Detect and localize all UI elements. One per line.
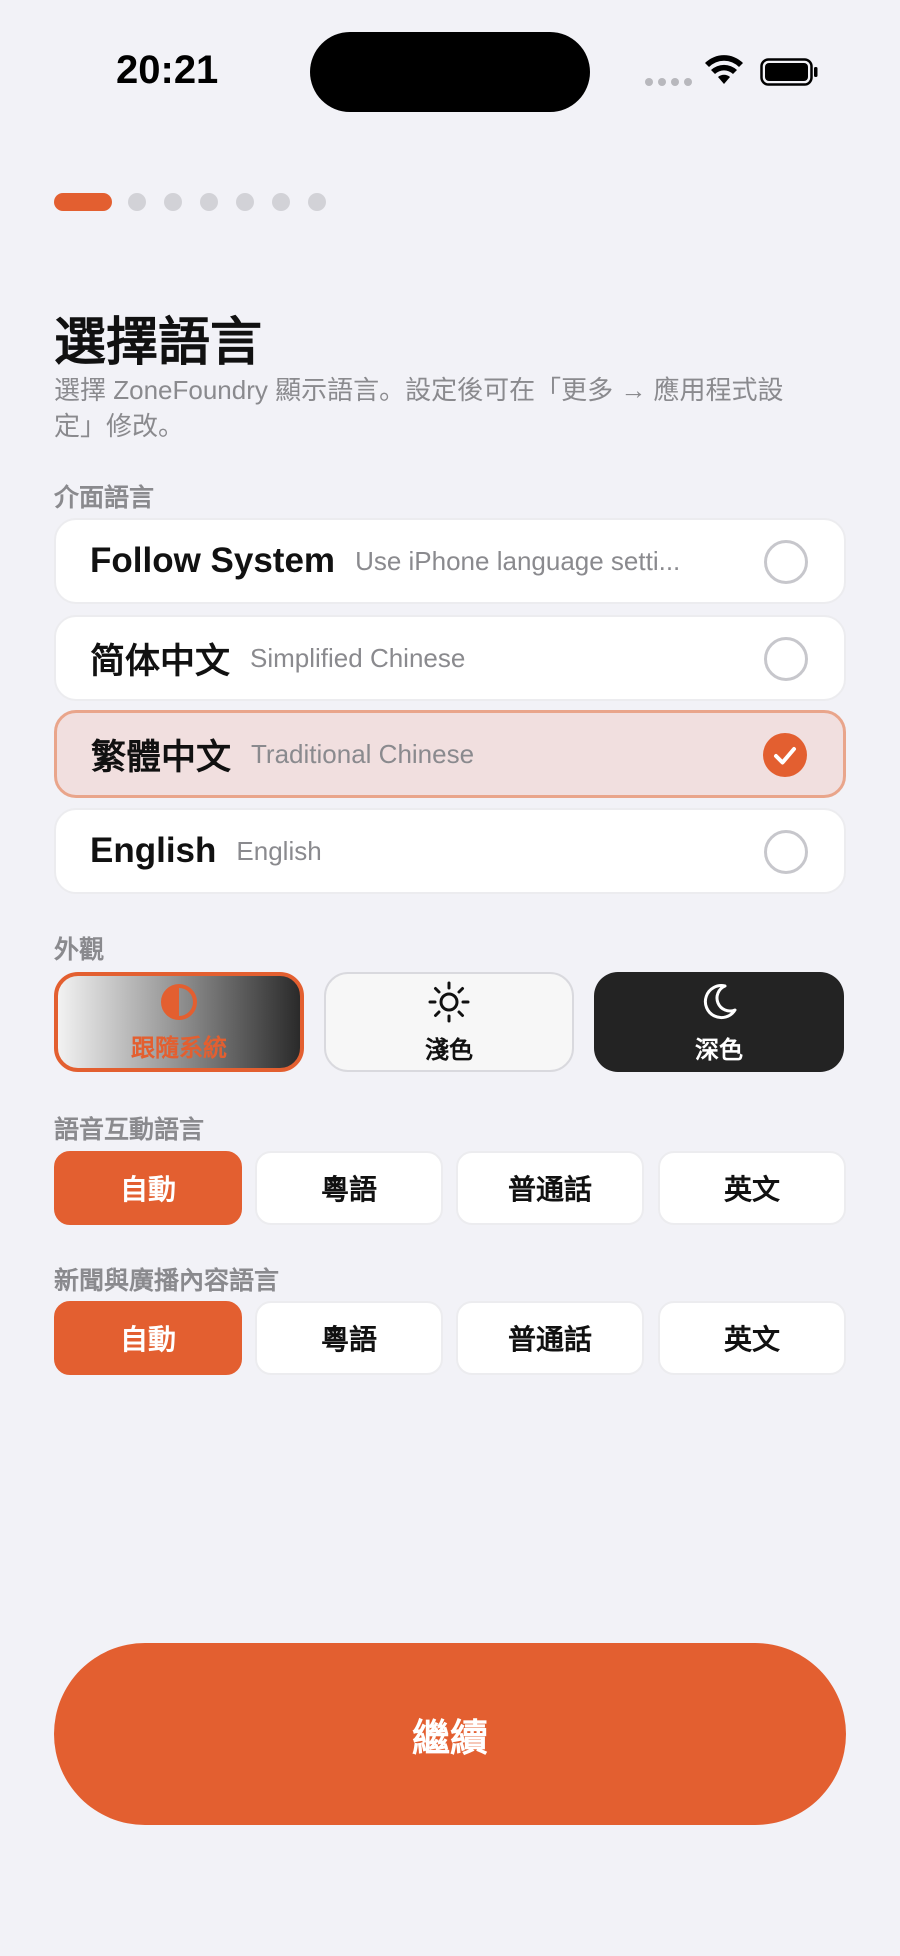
voice-language-option-auto[interactable]: 自動 [54, 1151, 242, 1225]
continue-button[interactable]: 繼續 [54, 1643, 846, 1825]
news-language-option-auto[interactable]: 自動 [54, 1301, 242, 1375]
progress-dot [236, 193, 254, 211]
news-language-option-cantonese[interactable]: 粵語 [255, 1301, 443, 1375]
dynamic-island [310, 32, 590, 112]
appearance-option-light[interactable]: 淺色 [324, 972, 574, 1072]
language-option-simplified-chinese[interactable]: 简体中文 Simplified Chinese [54, 615, 846, 701]
appearance-option-label: 跟隨系統 [131, 1034, 227, 1062]
language-option-subtitle: Use iPhone language setti... [355, 545, 681, 576]
radio-unselected-icon [764, 540, 808, 584]
sun-icon [428, 981, 470, 1022]
page-subtitle: 選擇 ZoneFoundry 顯示語言。設定後可在「更多 → 應用程式設定」修改… [54, 375, 784, 441]
language-option-follow-system[interactable]: Follow System Use iPhone language setti.… [54, 518, 846, 604]
onboarding-progress [54, 193, 344, 211]
progress-dot-active [54, 193, 112, 211]
radio-unselected-icon [764, 830, 808, 874]
appearance-option-label: 深色 [695, 1036, 743, 1064]
status-time: 20:21 [116, 48, 219, 92]
section-label-appearance: 外觀 [54, 936, 105, 964]
language-option-name: 繁體中文 [91, 737, 232, 777]
moon-icon [703, 983, 737, 1019]
progress-dot [128, 193, 146, 211]
half-circle-icon [161, 983, 197, 1020]
appearance-option-system[interactable]: 跟隨系統 [54, 972, 304, 1072]
wifi-icon [705, 55, 743, 84]
voice-language-option-cantonese[interactable]: 粵語 [255, 1151, 443, 1225]
language-option-name: 简体中文 [90, 641, 231, 681]
appearance-option-dark[interactable]: 深色 [594, 972, 844, 1072]
language-option-subtitle: Simplified Chinese [250, 642, 466, 673]
page-title: 選擇語言 [54, 314, 263, 372]
section-label-news-language: 新聞與廣播內容語言 [54, 1267, 280, 1295]
language-option-subtitle: English [236, 835, 322, 866]
radio-unselected-icon [764, 637, 808, 681]
progress-dot [272, 193, 290, 211]
news-language-option-mandarin[interactable]: 普通話 [456, 1301, 644, 1375]
language-option-name: English [90, 831, 217, 870]
appearance-option-label: 淺色 [425, 1036, 473, 1064]
signal-icon [645, 78, 692, 86]
progress-dot [200, 193, 218, 211]
language-option-name: Follow System [90, 541, 336, 580]
section-label-voice-language: 語音互動語言 [54, 1116, 205, 1144]
voice-language-option-english[interactable]: 英文 [658, 1151, 846, 1225]
section-label-interface-language: 介面語言 [54, 484, 155, 512]
checkmark-icon [763, 733, 807, 777]
language-option-english[interactable]: English English [54, 808, 846, 894]
news-language-option-english[interactable]: 英文 [658, 1301, 846, 1375]
progress-dot [164, 193, 182, 211]
battery-icon [760, 58, 818, 86]
progress-dot [308, 193, 326, 211]
voice-language-option-mandarin[interactable]: 普通話 [456, 1151, 644, 1225]
language-option-subtitle: Traditional Chinese [251, 738, 475, 769]
language-option-traditional-chinese[interactable]: 繁體中文 Traditional Chinese [54, 710, 846, 798]
